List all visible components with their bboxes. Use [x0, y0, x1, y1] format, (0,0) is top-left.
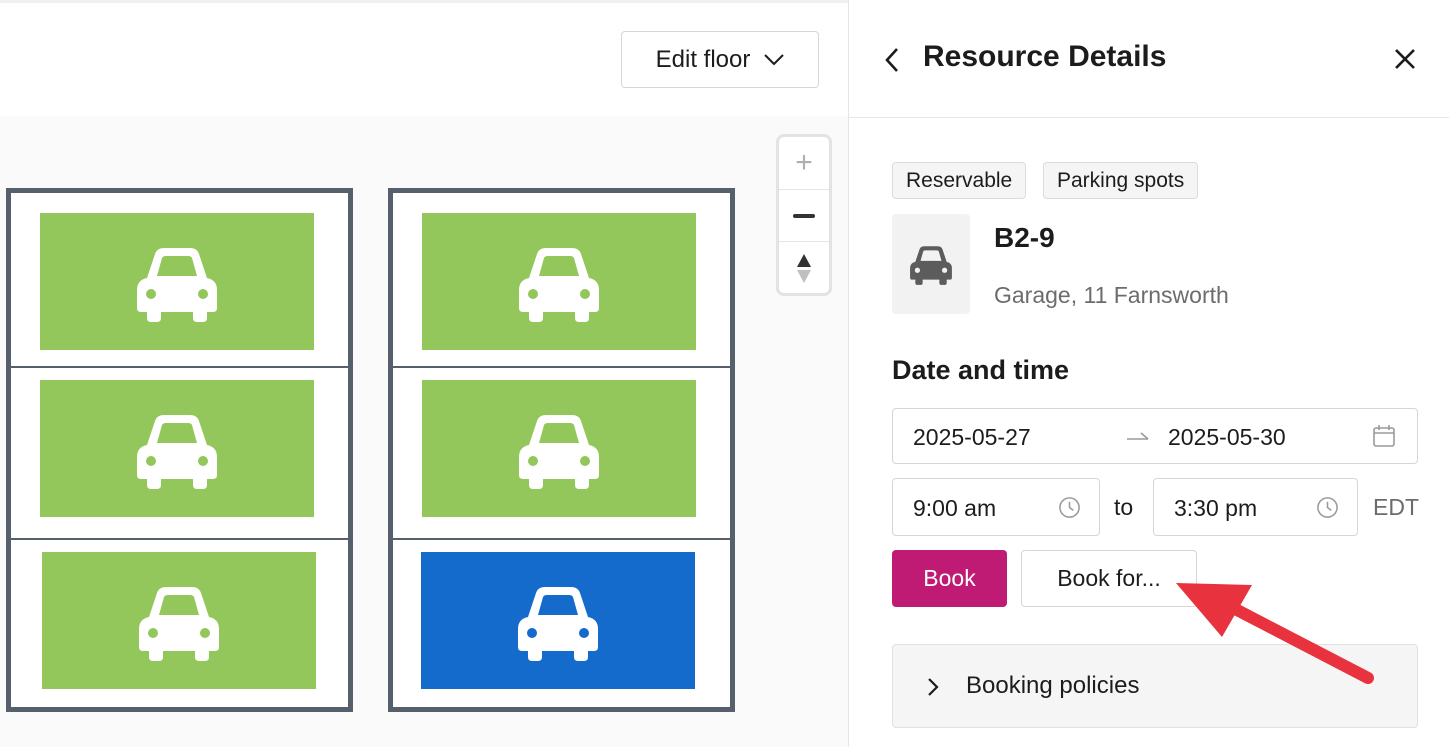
edit-floor-dropdown[interactable]: Edit floor — [621, 31, 819, 88]
chevron-down-icon — [764, 53, 785, 65]
spot-selected-fill — [421, 552, 695, 689]
booking-policies-label: Booking policies — [966, 672, 1140, 699]
tag-parking-spots: Parking spots — [1043, 162, 1199, 199]
timezone-label: EDT — [1373, 494, 1419, 520]
book-button[interactable]: Book — [892, 550, 1007, 607]
spot-available-fill — [42, 552, 316, 689]
resource-details-panel: Resource Details Reservable Parking spot… — [848, 0, 1449, 747]
clock-icon — [1317, 497, 1338, 518]
car-icon — [139, 586, 219, 661]
clock-icon — [1059, 497, 1080, 518]
car-icon — [910, 246, 952, 285]
resource-thumbnail — [892, 214, 970, 314]
back-arrow-icon[interactable] — [881, 46, 905, 74]
close-icon[interactable] — [1393, 47, 1417, 71]
spot-available-fill — [40, 380, 314, 517]
parking-spot-selected[interactable] — [391, 538, 732, 709]
zoom-in-button[interactable]: + — [779, 137, 829, 189]
panel-header: Resource Details — [849, 0, 1449, 118]
book-for-button[interactable]: Book for... — [1021, 550, 1197, 607]
parking-spot[interactable] — [9, 366, 350, 540]
end-time-value: 3:30 pm — [1174, 495, 1258, 521]
parking-spot[interactable] — [391, 366, 732, 540]
parking-block-left — [6, 188, 353, 712]
panel-title: Resource Details — [923, 40, 1167, 73]
start-time-value: 9:00 am — [913, 495, 997, 521]
edit-floor-label: Edit floor — [655, 45, 751, 73]
car-icon — [518, 586, 598, 661]
plus-icon: + — [795, 146, 813, 179]
tag-reservable: Reservable — [892, 162, 1027, 199]
car-icon — [519, 247, 599, 322]
top-divider — [0, 0, 848, 3]
car-icon — [519, 414, 599, 489]
date-time-heading: Date and time — [892, 355, 1070, 385]
start-time-field[interactable]: 9:00 am — [892, 478, 1100, 536]
parking-spot[interactable] — [9, 191, 350, 368]
arrow-right-icon — [1127, 432, 1149, 440]
car-icon — [137, 247, 217, 322]
minus-icon — [793, 213, 815, 218]
calendar-icon[interactable] — [1372, 424, 1396, 448]
to-label: to — [1114, 494, 1134, 520]
end-date-value[interactable]: 2025-05-30 — [1168, 424, 1286, 451]
spot-available-fill — [422, 380, 696, 517]
resource-location: Garage, 11 Farnsworth — [994, 282, 1229, 308]
booking-policies-accordion[interactable]: Booking policies — [892, 644, 1418, 728]
car-icon — [137, 414, 217, 489]
end-time-field[interactable]: 3:30 pm — [1153, 478, 1358, 536]
parking-block-right — [388, 188, 735, 712]
start-date-value[interactable]: 2025-05-27 — [913, 424, 1031, 451]
zoom-out-button[interactable] — [779, 189, 829, 241]
chevron-right-icon — [928, 678, 939, 696]
spot-available-fill — [40, 213, 314, 350]
date-range-picker[interactable]: 2025-05-27 2025-05-30 — [892, 408, 1418, 464]
compass-icon — [797, 253, 811, 283]
map-canvas[interactable] — [0, 116, 848, 747]
zoom-controls: + — [776, 134, 832, 296]
spot-available-fill — [422, 213, 696, 350]
resource-name: B2-9 — [994, 222, 1055, 253]
compass-button[interactable] — [779, 241, 829, 293]
parking-spot[interactable] — [391, 191, 732, 368]
parking-spot[interactable] — [9, 538, 350, 709]
floor-map-pane: Edit floor + — [0, 0, 848, 747]
